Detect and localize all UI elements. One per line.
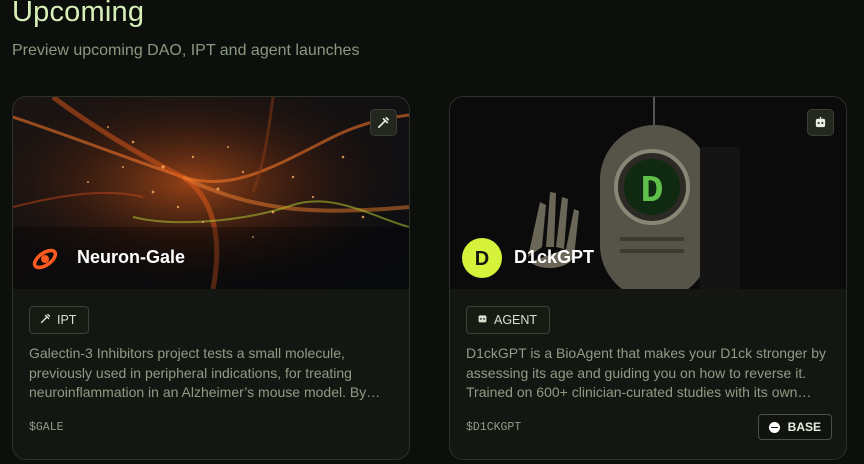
launch-card-d1ckgpt[interactable]: D D D1ckGPT AGENT D1ckGPT is a BioAgent …	[449, 96, 847, 460]
category-tag: IPT	[29, 306, 90, 334]
project-name: Neuron-Gale	[77, 247, 186, 267]
token-ticker: $D1CKGPT	[466, 421, 522, 434]
project-description: Galectin-3 Inhibitors project tests a sm…	[29, 345, 381, 400]
project-description: D1ckGPT is a BioAgent that makes your D1…	[466, 345, 827, 400]
chain-button[interactable]: BASE	[757, 414, 832, 440]
project-name: D1ckGPT	[514, 247, 595, 267]
launch-card-neuron-gale[interactable]: Neuron-Gale IPT Galectin-3 Inhibitors pr…	[12, 96, 410, 460]
category-tag: AGENT	[466, 306, 551, 334]
robot-icon	[807, 109, 834, 136]
category-tag-label: AGENT	[494, 313, 538, 327]
card-hero-image: D	[450, 97, 846, 289]
syringe-icon	[370, 109, 397, 136]
project-logo: D	[462, 238, 502, 278]
page-subtitle: Preview upcoming DAO, IPT and agent laun…	[12, 42, 360, 59]
page-title: Upcoming	[12, 0, 145, 28]
base-chain-icon	[768, 421, 780, 433]
project-logo	[25, 238, 65, 278]
syringe-icon	[40, 313, 51, 327]
robot-icon	[477, 313, 488, 327]
svg-text:D: D	[641, 170, 664, 213]
chain-label: BASE	[787, 420, 821, 434]
card-hero-image	[13, 97, 409, 289]
category-tag-label: IPT	[57, 313, 77, 327]
token-ticker: $GALE	[29, 421, 64, 434]
svg-text:D: D	[475, 248, 489, 270]
